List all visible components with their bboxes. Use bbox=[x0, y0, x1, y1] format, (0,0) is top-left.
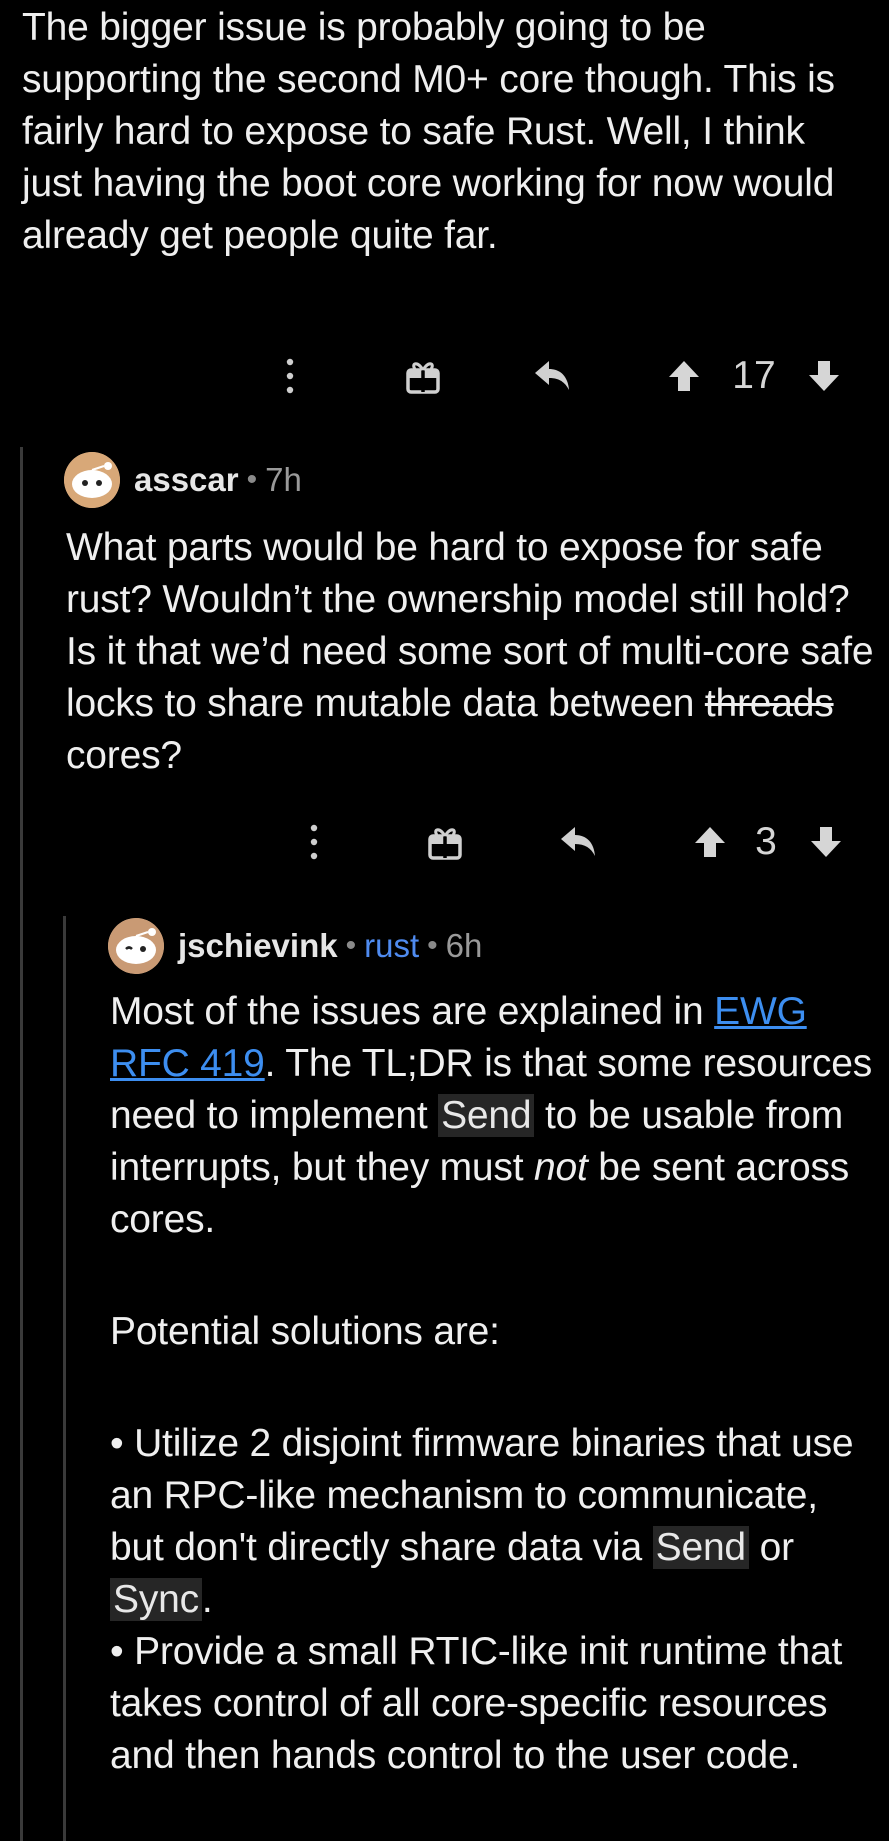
reply-icon bbox=[535, 361, 569, 390]
comment-text-end: cores? bbox=[66, 734, 182, 777]
reply-button[interactable] bbox=[554, 816, 604, 868]
separator-dot: • bbox=[345, 929, 357, 962]
separator-dot: • bbox=[427, 929, 438, 962]
upvote-button[interactable] bbox=[690, 816, 730, 868]
comment-body: Most of the issues are explained in EWG … bbox=[110, 986, 880, 1782]
struck-text: threads bbox=[704, 682, 834, 725]
comment-meta: asscar • 7h bbox=[64, 450, 302, 510]
username[interactable]: asscar bbox=[134, 461, 239, 499]
comment-age: 6h bbox=[445, 927, 483, 964]
thread-line[interactable] bbox=[20, 447, 23, 1841]
user-flair[interactable]: rust bbox=[364, 927, 419, 965]
vote-count: 3 bbox=[755, 820, 777, 863]
paragraph: Most of the issues are explained in EWG … bbox=[110, 986, 880, 1246]
more-icon bbox=[286, 358, 294, 394]
snoo-avatar-icon bbox=[64, 452, 120, 508]
upvote-icon bbox=[695, 827, 725, 857]
text: Most of the issues are explained in bbox=[110, 990, 704, 1033]
reply-icon bbox=[561, 827, 595, 856]
comment-actions: 3 bbox=[0, 816, 889, 868]
comment-actions: 17 bbox=[0, 350, 889, 402]
gift-icon bbox=[428, 828, 462, 860]
gift-icon bbox=[406, 362, 440, 394]
avatar[interactable] bbox=[64, 452, 120, 508]
reply-button[interactable] bbox=[528, 350, 578, 402]
inline-code: Send bbox=[652, 1526, 749, 1569]
username[interactable]: jschievink bbox=[178, 927, 338, 965]
list-item: • Utilize 2 disjoint firmware binaries t… bbox=[110, 1418, 880, 1626]
text: or bbox=[759, 1526, 794, 1569]
award-button[interactable] bbox=[420, 816, 470, 868]
thread-line[interactable] bbox=[63, 916, 66, 1841]
award-button[interactable] bbox=[398, 350, 448, 402]
comment-body: The bigger issue is probably going to be… bbox=[22, 6, 835, 257]
text: . bbox=[201, 1578, 213, 1621]
snoo-avatar-icon bbox=[108, 918, 164, 974]
avatar[interactable] bbox=[108, 918, 164, 974]
inline-code: Send bbox=[438, 1094, 535, 1137]
more-options-button[interactable] bbox=[294, 816, 334, 868]
vote-count: 17 bbox=[732, 354, 776, 397]
more-options-button[interactable] bbox=[270, 350, 310, 402]
upvote-icon bbox=[669, 361, 699, 391]
downvote-button[interactable] bbox=[804, 350, 844, 402]
list-item: • Provide a small RTIC-like init runtime… bbox=[110, 1630, 843, 1777]
more-icon bbox=[310, 824, 318, 860]
comment-body: What parts would be hard to expose for s… bbox=[66, 522, 876, 782]
separator-dot: • bbox=[246, 463, 258, 496]
downvote-icon bbox=[811, 827, 841, 857]
inline-code: Sync bbox=[110, 1578, 202, 1621]
upvote-button[interactable] bbox=[664, 350, 704, 402]
comment-meta: jschievink • rust • 6h bbox=[108, 916, 482, 976]
downvote-icon bbox=[809, 361, 839, 391]
downvote-button[interactable] bbox=[806, 816, 846, 868]
paragraph: Potential solutions are: bbox=[110, 1310, 500, 1353]
emphasis: not bbox=[534, 1146, 588, 1189]
comment-age: 7h bbox=[265, 461, 302, 498]
